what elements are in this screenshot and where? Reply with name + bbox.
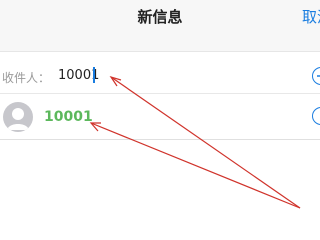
contact-info-button[interactable] bbox=[312, 107, 320, 125]
page-title: 新信息 bbox=[137, 8, 183, 26]
avatar bbox=[3, 102, 33, 132]
recipient-field-row: 收件人： bbox=[0, 56, 320, 94]
add-icon bbox=[316, 71, 320, 80]
recipient-label: 收件人： bbox=[2, 71, 51, 85]
annotation-arrow bbox=[110, 76, 301, 209]
contact-suggestion-row[interactable]: 10001 bbox=[0, 100, 320, 140]
suggestion-number: 10001 bbox=[44, 109, 93, 125]
add-contact-button[interactable] bbox=[312, 67, 320, 85]
text-cursor bbox=[93, 67, 95, 83]
navigation-bar: 新信息 取消 bbox=[0, 0, 320, 52]
info-icon bbox=[319, 111, 320, 120]
person-icon bbox=[7, 108, 29, 130]
cancel-button[interactable]: 取消 bbox=[302, 6, 320, 27]
recipient-input[interactable] bbox=[58, 66, 178, 84]
